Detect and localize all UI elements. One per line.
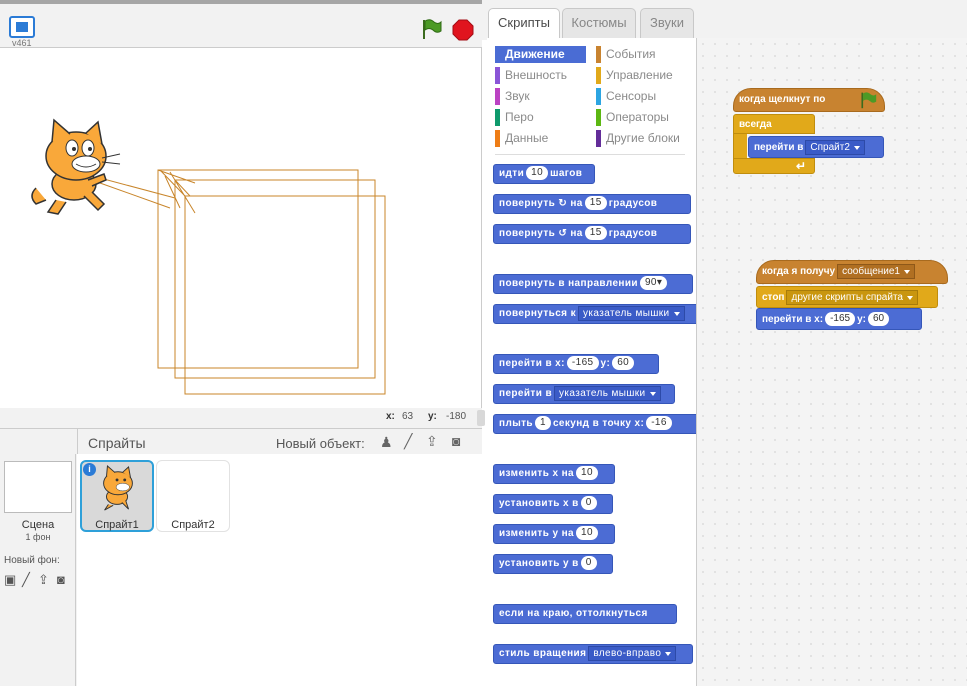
x-label: x: (386, 411, 395, 422)
category-control[interactable]: Управление (596, 67, 692, 84)
mouse-coordinates: x: 63 y: -180 (0, 408, 485, 428)
block-rotation-style[interactable]: стиль вращения влево-вправо (493, 644, 693, 664)
category-sensing[interactable]: Сенсоры (596, 88, 692, 105)
category-sound[interactable]: Звук (495, 88, 586, 105)
goto-xy-block[interactable]: перейти в x: -165 y: 60 (756, 308, 922, 330)
sprites-list: i Спрайт1 Спрайт2 (77, 454, 482, 686)
y-value: -180 (446, 411, 467, 422)
sprite-name: Спрайт1 (95, 519, 139, 531)
scene-panel: Сцена 1 фон Новый фон: ▣ ╱ ⇪ ◙ (0, 454, 76, 686)
sprites-title: Спрайты (88, 435, 146, 451)
category-looks[interactable]: Внешность (495, 67, 586, 84)
fullscreen-icon[interactable] (9, 16, 35, 38)
hat-when-receive[interactable]: когда я получу сообщение1 (756, 260, 948, 284)
upload-icon[interactable]: ⇪ (426, 433, 438, 450)
backdrop-upload-icon[interactable]: ⇪ (38, 572, 49, 588)
category-operators[interactable]: Операторы (596, 109, 692, 126)
forever-block[interactable]: всегда (733, 114, 815, 134)
category-events[interactable]: События (596, 46, 692, 63)
tab-sounds[interactable]: Звуки (640, 8, 694, 38)
loop-arrow-icon: ↵ (796, 159, 807, 173)
hat-when-flag-clicked[interactable]: когда щелкнут по (733, 88, 885, 112)
block-turn-left[interactable]: повернуть ↺ на 15 градусов (493, 224, 691, 244)
stage-canvas[interactable] (0, 48, 482, 408)
block-set-y[interactable]: установить у в0 (493, 554, 613, 574)
category-more-blocks[interactable]: Другие блоки (596, 130, 692, 147)
block-set-x[interactable]: установить х в0 (493, 494, 613, 514)
category-motion[interactable]: Движение (495, 46, 586, 63)
backdrop-paint-icon[interactable]: ╱ (22, 572, 30, 588)
block-change-x[interactable]: изменить х на 10 (493, 464, 615, 484)
pen-drawing (99, 169, 386, 395)
stop-block[interactable]: стоп другие скрипты спрайта (756, 286, 938, 308)
block-goto-xy[interactable]: перейти в x: -165 y: 60 (493, 354, 659, 374)
paint-brush-icon[interactable]: ╱ (404, 433, 412, 450)
block-turn-right[interactable]: повернуть ↻ на 15 градусов (493, 194, 691, 214)
backdrop-camera-icon[interactable]: ◙ (57, 572, 65, 587)
backdrop-library-icon[interactable]: ▣ (4, 572, 16, 588)
palette-divider (495, 154, 685, 155)
block-goto[interactable]: перейти в указатель мышки (493, 384, 675, 404)
green-flag-icon[interactable] (420, 18, 442, 40)
cat-thumbnail-icon (103, 464, 133, 511)
cat-sprite-icon[interactable] (26, 118, 126, 218)
camera-icon[interactable]: ◙ (452, 433, 460, 449)
new-object-label: Новый объект: (276, 436, 365, 451)
stop-icon[interactable] (452, 19, 474, 41)
backdrop-count: 1 фон (25, 532, 51, 542)
forever-arm (733, 134, 747, 158)
goto-sprite-block[interactable]: перейти в Спрайт2 (748, 136, 884, 158)
collapse-stage-handle[interactable] (477, 410, 485, 426)
x-value: 63 (402, 411, 414, 422)
block-glide[interactable]: плыть 1 секунд в точку x: -16 (493, 414, 696, 434)
scene-thumbnail[interactable] (4, 461, 72, 513)
version-label: v461 (12, 38, 32, 48)
category-data[interactable]: Данные (495, 130, 586, 147)
scripts-area[interactable]: когда щелкнут по всегда перейти в Спрайт2… (697, 38, 967, 686)
stage-header: v461 (0, 4, 482, 48)
green-flag-icon (861, 92, 877, 109)
tab-costumes[interactable]: Костюмы (562, 8, 636, 38)
editor-tabs: Скрипты Костюмы Звуки (482, 0, 967, 40)
block-point-direction[interactable]: повернуть в направлении 90▾ (493, 274, 693, 294)
y-label: y: (428, 411, 437, 422)
new-backdrop-label: Новый фон: (4, 555, 60, 566)
block-move-steps[interactable]: идти 10 шагов (493, 164, 595, 184)
sprite-tile-sprite2[interactable]: Спрайт2 (156, 460, 230, 532)
sprite-library-icon[interactable]: ♟ (380, 434, 393, 451)
category-pen[interactable]: Перо (495, 109, 586, 126)
sprites-header: Спрайты Новый объект: ♟ ╱ ⇪ ◙ (77, 429, 482, 455)
tab-scripts[interactable]: Скрипты (488, 8, 560, 38)
rotate-right-icon: ↻ (558, 198, 568, 209)
block-bounce[interactable]: если на краю, оттолкнуться (493, 604, 677, 624)
block-palette: Движение Внешность Звук Перо Данные Собы… (487, 38, 697, 686)
sprite-name: Спрайт2 (171, 519, 215, 531)
sprite-tile-sprite1[interactable]: i Спрайт1 (80, 460, 154, 532)
block-change-y[interactable]: изменить у на 10 (493, 524, 615, 544)
rotate-left-icon: ↺ (558, 228, 568, 239)
scene-label: Сцена (21, 519, 55, 531)
forever-end: ↵ (733, 158, 815, 174)
block-point-towards[interactable]: повернуться к указатель мышки (493, 304, 696, 324)
